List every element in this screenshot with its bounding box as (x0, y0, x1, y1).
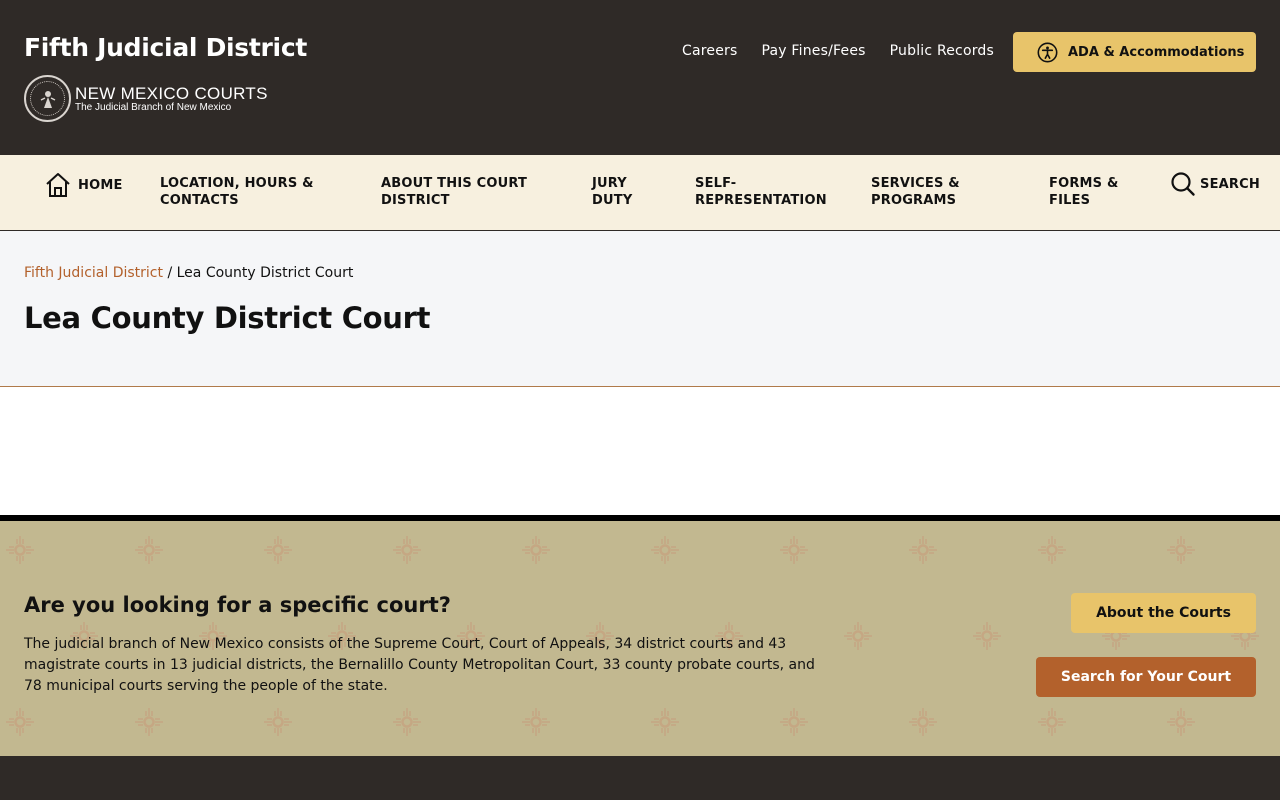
zia-sun-icon (1167, 536, 1195, 564)
search-icon (1171, 172, 1195, 196)
zia-sun-icon (1038, 536, 1066, 564)
nav-services-programs[interactable]: SERVICES & PROGRAMS (871, 175, 960, 209)
zia-sun-icon (135, 536, 163, 564)
nav-search-label: SEARCH (1200, 176, 1260, 192)
breadcrumb: Fifth Judicial District / Lea County Dis… (24, 265, 353, 281)
breadcrumb-separator: / (167, 265, 177, 281)
site-header: Fifth Judicial District NEW MEXICO COURT… (0, 0, 1280, 155)
breadcrumb-parent-link[interactable]: Fifth Judicial District (24, 265, 163, 281)
zia-sun-icon (264, 536, 292, 564)
court-finder-heading: Are you looking for a specific court? (24, 593, 451, 617)
zia-sun-icon (844, 622, 872, 650)
zia-sun-icon (393, 536, 421, 564)
main-nav: HOME LOCATION, HOURS & CONTACTS ABOUT TH… (0, 155, 1280, 231)
site-footer (0, 756, 1280, 800)
zia-sun-icon (651, 536, 679, 564)
zia-sun-icon (393, 708, 421, 736)
nav-self-representation[interactable]: SELF- REPRESENTATION (695, 175, 827, 209)
nav-label-line: CONTACTS (160, 193, 239, 208)
nav-label-line: SELF- (695, 176, 737, 191)
nav-label-line: LOCATION, HOURS & (160, 176, 314, 191)
about-the-courts-button[interactable]: About the Courts (1071, 593, 1256, 633)
ada-button-label: ADA & Accommodations (1068, 44, 1245, 60)
nav-label-line: FILES (1049, 193, 1091, 208)
nm-courts-logo[interactable]: NEW MEXICO COURTS The Judicial Branch of… (24, 75, 268, 122)
page-title: Lea County District Court (24, 301, 431, 335)
careers-link[interactable]: Careers (682, 43, 737, 59)
court-finder-section: Are you looking for a specific court? Th… (0, 515, 1280, 756)
zia-sun-icon (522, 536, 550, 564)
zia-sun-icon (780, 536, 808, 564)
zia-sun-icon (651, 708, 679, 736)
court-finder-description: The judicial branch of New Mexico consis… (24, 636, 815, 694)
breadcrumb-current: Lea County District Court (176, 265, 354, 281)
nav-home-label: HOME (78, 177, 123, 193)
nav-label-line: JURY (592, 176, 627, 191)
accessibility-icon (1037, 42, 1058, 62)
pay-fines-link[interactable]: Pay Fines/Fees (761, 43, 865, 59)
public-records-link[interactable]: Public Records (890, 43, 994, 59)
zia-sun-icon (909, 536, 937, 564)
site-title[interactable]: Fifth Judicial District (24, 33, 307, 62)
nav-about-district[interactable]: ABOUT THIS COURT DISTRICT (381, 175, 527, 209)
ada-accommodations-button[interactable]: ADA & Accommodations (1013, 32, 1256, 72)
new-mexico-seal-icon (24, 75, 71, 122)
zia-sun-icon (135, 708, 163, 736)
zia-sun-icon (6, 536, 34, 564)
nav-label-line: PROGRAMS (871, 193, 957, 208)
nav-jury-duty[interactable]: JURY DUTY (592, 175, 632, 209)
search-for-your-court-button[interactable]: Search for Your Court (1036, 657, 1256, 697)
brand-name: NEW MEXICO COURTS (75, 83, 268, 103)
zia-sun-icon (264, 708, 292, 736)
nav-search[interactable]: SEARCH (1170, 171, 1260, 197)
nav-label-line: REPRESENTATION (695, 193, 827, 208)
zia-sun-icon (6, 708, 34, 736)
nav-label-line: SERVICES & (871, 176, 960, 191)
nav-home[interactable]: HOME (44, 171, 123, 199)
nav-forms-files[interactable]: FORMS & FILES (1049, 175, 1119, 209)
zia-sun-icon (780, 708, 808, 736)
utility-links: Careers Pay Fines/Fees Public Records (682, 43, 1018, 59)
nav-label-line: DISTRICT (381, 193, 450, 208)
zia-sun-icon (909, 708, 937, 736)
page-hero: Fifth Judicial District / Lea County Dis… (0, 231, 1280, 387)
home-icon (46, 173, 70, 197)
nav-location-hours-contacts[interactable]: LOCATION, HOURS & CONTACTS (160, 175, 314, 209)
main-content (0, 387, 1280, 515)
zia-sun-icon (1038, 708, 1066, 736)
zia-sun-icon (522, 708, 550, 736)
nav-label-line: ABOUT THIS COURT (381, 176, 528, 191)
nav-label-line: FORMS & (1049, 176, 1119, 191)
nav-label-line: DUTY (592, 193, 633, 208)
brand-subtitle: The Judicial Branch of New Mexico (75, 101, 232, 113)
zia-sun-icon (973, 622, 1001, 650)
zia-sun-icon (1167, 708, 1195, 736)
